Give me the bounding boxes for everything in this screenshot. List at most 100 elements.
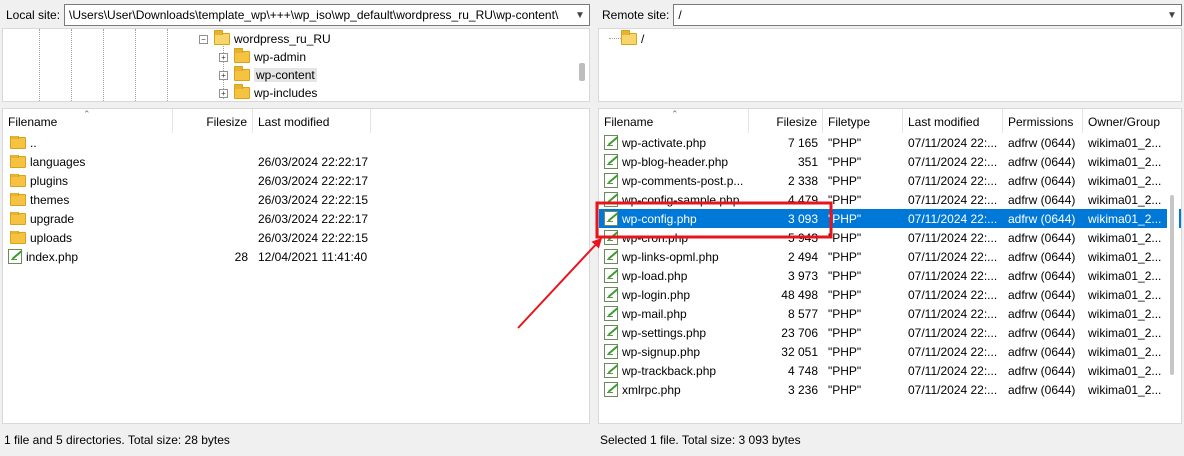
column-header-owner-group[interactable]: Owner/Group (1083, 109, 1181, 133)
scrollbar-thumb[interactable] (1170, 195, 1174, 375)
column-header-filename[interactable]: Filename ⌃ (3, 109, 173, 133)
tree-item-wp-content[interactable]: + wp-content (219, 66, 317, 84)
file-name: wp-links-opml.php (622, 249, 719, 264)
tree-item-wp-includes[interactable]: + wp-includes (219, 84, 317, 101)
cell-filetype: "PHP" (828, 154, 862, 169)
table-row[interactable]: languages 26/03/2024 22:22:17 (3, 152, 589, 171)
table-row[interactable]: .. (3, 133, 589, 152)
cell-filename: index.php (3, 249, 173, 264)
table-row[interactable]: wp-cron.php 5 943 "PHP" 07/11/2024 22:... ad… (599, 228, 1181, 247)
folder-icon (621, 30, 637, 45)
cell-permissions: adfrw (0644) (1008, 363, 1076, 378)
remote-rows: wp-activate.php 7 165 "PHP" 07/11/2024 22:.… (599, 133, 1181, 399)
local-file-list[interactable]: Filename ⌃ Filesize Last modified .. lang… (2, 108, 590, 424)
tree-item-root[interactable]: / (621, 30, 644, 48)
cell-filetype: "PHP" (828, 249, 862, 264)
table-row[interactable]: wp-blog-header.php 351 "PHP" 07/11/2024 22:… (599, 152, 1181, 171)
table-row[interactable]: wp-settings.php 23 706 "PHP" 07/11/2024 22:… (599, 323, 1181, 342)
tree-scrollbar-thumb[interactable] (579, 63, 585, 81)
table-row[interactable]: index.php 28 12/04/2021 11:41:40 (3, 247, 589, 266)
chevron-down-icon[interactable]: ▼ (1165, 8, 1179, 22)
cell-filetype: "PHP" (828, 287, 862, 302)
table-row[interactable]: wp-config-sample.php 4 479 "PHP" 07/11/2024… (599, 190, 1181, 209)
cell-owner-group: wikima01_2... (1088, 325, 1162, 340)
file-name: wp-config-sample.php (622, 192, 740, 207)
file-name: wp-config.php (622, 211, 697, 226)
cell-permissions: adfrw (0644) (1008, 230, 1076, 245)
cell-owner-group: wikima01_2... (1088, 154, 1162, 169)
table-row[interactable]: themes 26/03/2024 22:22:15 (3, 190, 589, 209)
table-row-selected[interactable]: wp-config.php 3 093 "PHP" 07/11/2024 22:...… (599, 209, 1181, 228)
cell-owner-group: wikima01_2... (1088, 211, 1162, 226)
cell-permissions: adfrw (0644) (1008, 268, 1076, 283)
cell-filetype: "PHP" (828, 230, 862, 245)
folder-icon (10, 230, 26, 244)
file-name: wp-blog-header.php (622, 154, 729, 169)
php-file-icon (604, 344, 618, 359)
php-file-icon (604, 154, 618, 169)
expand-icon[interactable]: + (219, 70, 228, 80)
table-row[interactable]: xmlrpc.php 3 236 "PHP" 07/11/2024 22:... adf… (599, 380, 1181, 399)
remote-directory-tree[interactable]: / (598, 28, 1182, 102)
sort-up-icon: ⌃ (83, 109, 91, 119)
file-name: wp-cron.php (622, 230, 689, 245)
column-header-filetype[interactable]: Filetype (823, 109, 903, 133)
table-row[interactable]: wp-signup.php 32 051 "PHP" 07/11/2024 22:..… (599, 342, 1181, 361)
cell-filesize: 48 498 (781, 287, 818, 302)
cell-filename: wp-mail.php (599, 306, 749, 321)
table-row[interactable]: wp-load.php 3 973 "PHP" 07/11/2024 22:... ad… (599, 266, 1181, 285)
file-name: wp-activate.php (622, 135, 707, 150)
folder-icon (214, 30, 230, 45)
table-row[interactable]: wp-login.php 48 498 "PHP" 07/11/2024 22:...… (599, 285, 1181, 304)
file-name: index.php (26, 249, 79, 264)
local-site-path-combo[interactable]: ▼ (64, 4, 590, 26)
local-directory-tree[interactable]: − wordpress_ru_RU + wp-admin + wp-conten… (2, 28, 590, 102)
column-header-filename[interactable]: Filename ⌃ (599, 109, 749, 133)
table-row[interactable]: plugins 26/03/2024 22:22:17 (3, 171, 589, 190)
tree-item-wp-admin[interactable]: + wp-admin (219, 48, 306, 66)
remote-site-path-combo[interactable]: ▼ (673, 4, 1182, 26)
column-header-last-modified[interactable]: Last modified (253, 109, 371, 133)
tree-guide-line (103, 29, 104, 101)
cell-owner-group: wikima01_2... (1088, 382, 1162, 397)
cell-filename: wp-signup.php (599, 344, 749, 359)
remote-file-list[interactable]: Filename ⌃ Filesize Filetype Last modifi… (598, 108, 1182, 424)
local-site-path-input[interactable] (65, 5, 589, 25)
cell-owner-group: wikima01_2... (1088, 192, 1162, 207)
table-row[interactable]: uploads 26/03/2024 22:22:15 (3, 228, 589, 247)
table-row[interactable]: wp-trackback.php 4 748 "PHP" 07/11/2024 22:… (599, 361, 1181, 380)
cell-filetype: "PHP" (828, 135, 862, 150)
collapse-icon[interactable]: − (199, 34, 208, 44)
cell-filesize: 351 (797, 154, 818, 169)
cell-filename: wp-comments-post.p... (599, 173, 749, 188)
column-header-permissions[interactable]: Permissions (1003, 109, 1083, 133)
php-file-icon (604, 173, 618, 188)
cell-filesize: 2 494 (787, 249, 818, 264)
expand-icon[interactable]: + (219, 52, 228, 62)
table-row[interactable]: wp-mail.php 8 577 "PHP" 07/11/2024 22:... ad… (599, 304, 1181, 323)
folder-icon (234, 84, 250, 99)
folder-icon (234, 48, 250, 63)
cell-filename: languages (3, 154, 173, 169)
cell-owner-group: wikima01_2... (1088, 344, 1162, 359)
cell-last-modified: 12/04/2021 11:41:40 (258, 249, 368, 264)
cell-last-modified: 07/11/2024 22:... (908, 344, 998, 359)
cell-filesize: 8 577 (787, 306, 818, 321)
table-row[interactable]: upgrade 26/03/2024 22:22:17 (3, 209, 589, 228)
table-row[interactable]: wp-links-opml.php 2 494 "PHP" 07/11/2024 22… (599, 247, 1181, 266)
folder-icon (234, 66, 250, 81)
column-header-filesize[interactable]: Filesize (749, 109, 823, 133)
remote-list-scrollbar[interactable] (1167, 133, 1179, 423)
tree-item-wordpress-ru-ru[interactable]: − wordpress_ru_RU (199, 30, 331, 48)
chevron-down-icon[interactable]: ▼ (573, 8, 587, 22)
column-header-filesize[interactable]: Filesize (173, 109, 253, 133)
cell-last-modified: 07/11/2024 22:... (908, 192, 998, 207)
table-row[interactable]: wp-activate.php 7 165 "PHP" 07/11/2024 22:.… (599, 133, 1181, 152)
remote-site-bar: Remote site: ▼ (598, 4, 1182, 26)
remote-site-path-input[interactable] (674, 5, 1181, 25)
local-list-header: Filename ⌃ Filesize Last modified (3, 109, 589, 133)
expand-icon[interactable]: + (219, 88, 228, 98)
table-row[interactable]: wp-comments-post.p... 2 338 "PHP" 07/11/202… (599, 171, 1181, 190)
column-header-last-modified[interactable]: Last modified (903, 109, 1003, 133)
cell-filename: wp-blog-header.php (599, 154, 749, 169)
